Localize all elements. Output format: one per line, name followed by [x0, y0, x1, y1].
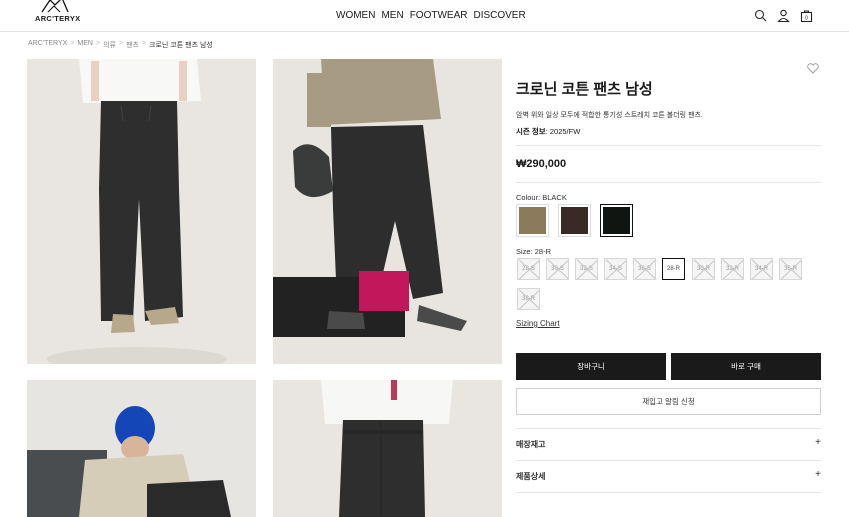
- product-description: 암벽 위와 일상 모두에 적합한 통기성 스트레치 코튼 볼더링 팬츠.: [516, 112, 703, 119]
- swatch-fill: [561, 207, 588, 234]
- size-option[interactable]: 28-S: [517, 258, 540, 280]
- breadcrumb-pants[interactable]: 팬츠: [126, 40, 139, 50]
- header-icons: 0: [754, 9, 813, 23]
- season-value: : 2025/FW: [545, 127, 581, 136]
- breadcrumb-clothing[interactable]: 의류: [103, 40, 116, 50]
- add-to-cart-button[interactable]: 장바구니: [516, 353, 666, 380]
- archaeopteryx-icon: [41, 0, 69, 13]
- nav-women[interactable]: WOMEN: [336, 10, 375, 21]
- size-option[interactable]: 30-R: [692, 258, 715, 280]
- size-option[interactable]: 36-R: [779, 258, 802, 280]
- heart-icon[interactable]: [807, 61, 819, 79]
- colour-swatch-tan[interactable]: [516, 204, 549, 237]
- breadcrumb: ARC'TERYX > MEN > 의류 > 팬츠 > 크로닌 코튼 팬츠 남성: [28, 40, 213, 50]
- user-icon[interactable]: [777, 9, 790, 23]
- logo-text: ARC'TERYX: [35, 14, 81, 23]
- divider: [516, 492, 821, 493]
- divider: [516, 460, 821, 461]
- search-icon[interactable]: [754, 9, 767, 22]
- colour-swatch-dark-brown[interactable]: [558, 204, 591, 237]
- size-option[interactable]: 32-S: [575, 258, 598, 280]
- size-option[interactable]: 30-S: [546, 258, 569, 280]
- accordion-product-details[interactable]: 제품상세 +: [516, 469, 821, 482]
- site-header: ARC'TERYX WOMEN MEN FOOTWEAR DISCOVER 0: [0, 0, 849, 32]
- nav-footwear[interactable]: FOOTWEAR: [410, 10, 468, 21]
- colour-label: Colour: BLACK: [516, 193, 567, 202]
- product-photo-front[interactable]: [27, 59, 256, 364]
- nav-discover[interactable]: DISCOVER: [473, 10, 525, 21]
- accordion-store-stock[interactable]: 매장재고 +: [516, 437, 821, 450]
- size-option[interactable]: 38-R: [517, 288, 540, 310]
- accordion-label: 매장재고: [516, 440, 546, 449]
- breadcrumb-home[interactable]: ARC'TERYX: [28, 40, 67, 50]
- plus-icon: +: [815, 437, 821, 448]
- bag-icon[interactable]: 0: [800, 9, 813, 23]
- swatch-fill: [603, 207, 630, 234]
- divider: [516, 428, 821, 429]
- breadcrumb-current: 크로닌 코튼 팬츠 남성: [149, 42, 213, 49]
- season-label: 시즌 정보: [516, 127, 546, 136]
- divider: [516, 182, 821, 183]
- product-photo-back[interactable]: [273, 380, 502, 517]
- size-option-selected[interactable]: 28-R: [662, 258, 685, 280]
- nav-men[interactable]: MEN: [381, 10, 403, 21]
- restock-alert-button[interactable]: 재입고 알림 신청: [516, 388, 821, 415]
- product-photo-side[interactable]: [273, 59, 502, 364]
- product-title: 크로닌 코튼 팬츠 남성: [516, 81, 653, 98]
- svg-text:0: 0: [805, 16, 808, 22]
- breadcrumb-separator: >: [141, 40, 147, 47]
- product-price: ₩290,000: [516, 158, 567, 170]
- breadcrumb-separator: >: [70, 40, 75, 47]
- size-option[interactable]: 32-R: [721, 258, 744, 280]
- sizing-chart-link[interactable]: Sizing Chart: [516, 319, 560, 328]
- product-photo-seated[interactable]: [27, 380, 256, 517]
- size-label: Size: 28-R: [516, 247, 552, 256]
- breadcrumb-separator: >: [118, 40, 124, 47]
- colour-swatch-black[interactable]: [600, 204, 633, 237]
- swatch-fill: [519, 207, 546, 234]
- main-nav: WOMEN MEN FOOTWEAR DISCOVER: [336, 10, 526, 21]
- arcteryx-logo[interactable]: ARC'TERYX: [30, 0, 80, 28]
- size-option[interactable]: 34-S: [604, 258, 627, 280]
- size-option[interactable]: 36-S: [633, 258, 656, 280]
- size-option[interactable]: 34-R: [750, 258, 773, 280]
- plus-icon: +: [815, 469, 821, 480]
- divider: [516, 145, 821, 146]
- accordion-label: 제품상세: [516, 472, 546, 481]
- breadcrumb-men[interactable]: MEN: [77, 40, 93, 50]
- buy-now-button[interactable]: 바로 구매: [671, 353, 821, 380]
- season-info: 시즌 정보: 2025/FW: [516, 126, 580, 137]
- breadcrumb-separator: >: [95, 40, 101, 47]
